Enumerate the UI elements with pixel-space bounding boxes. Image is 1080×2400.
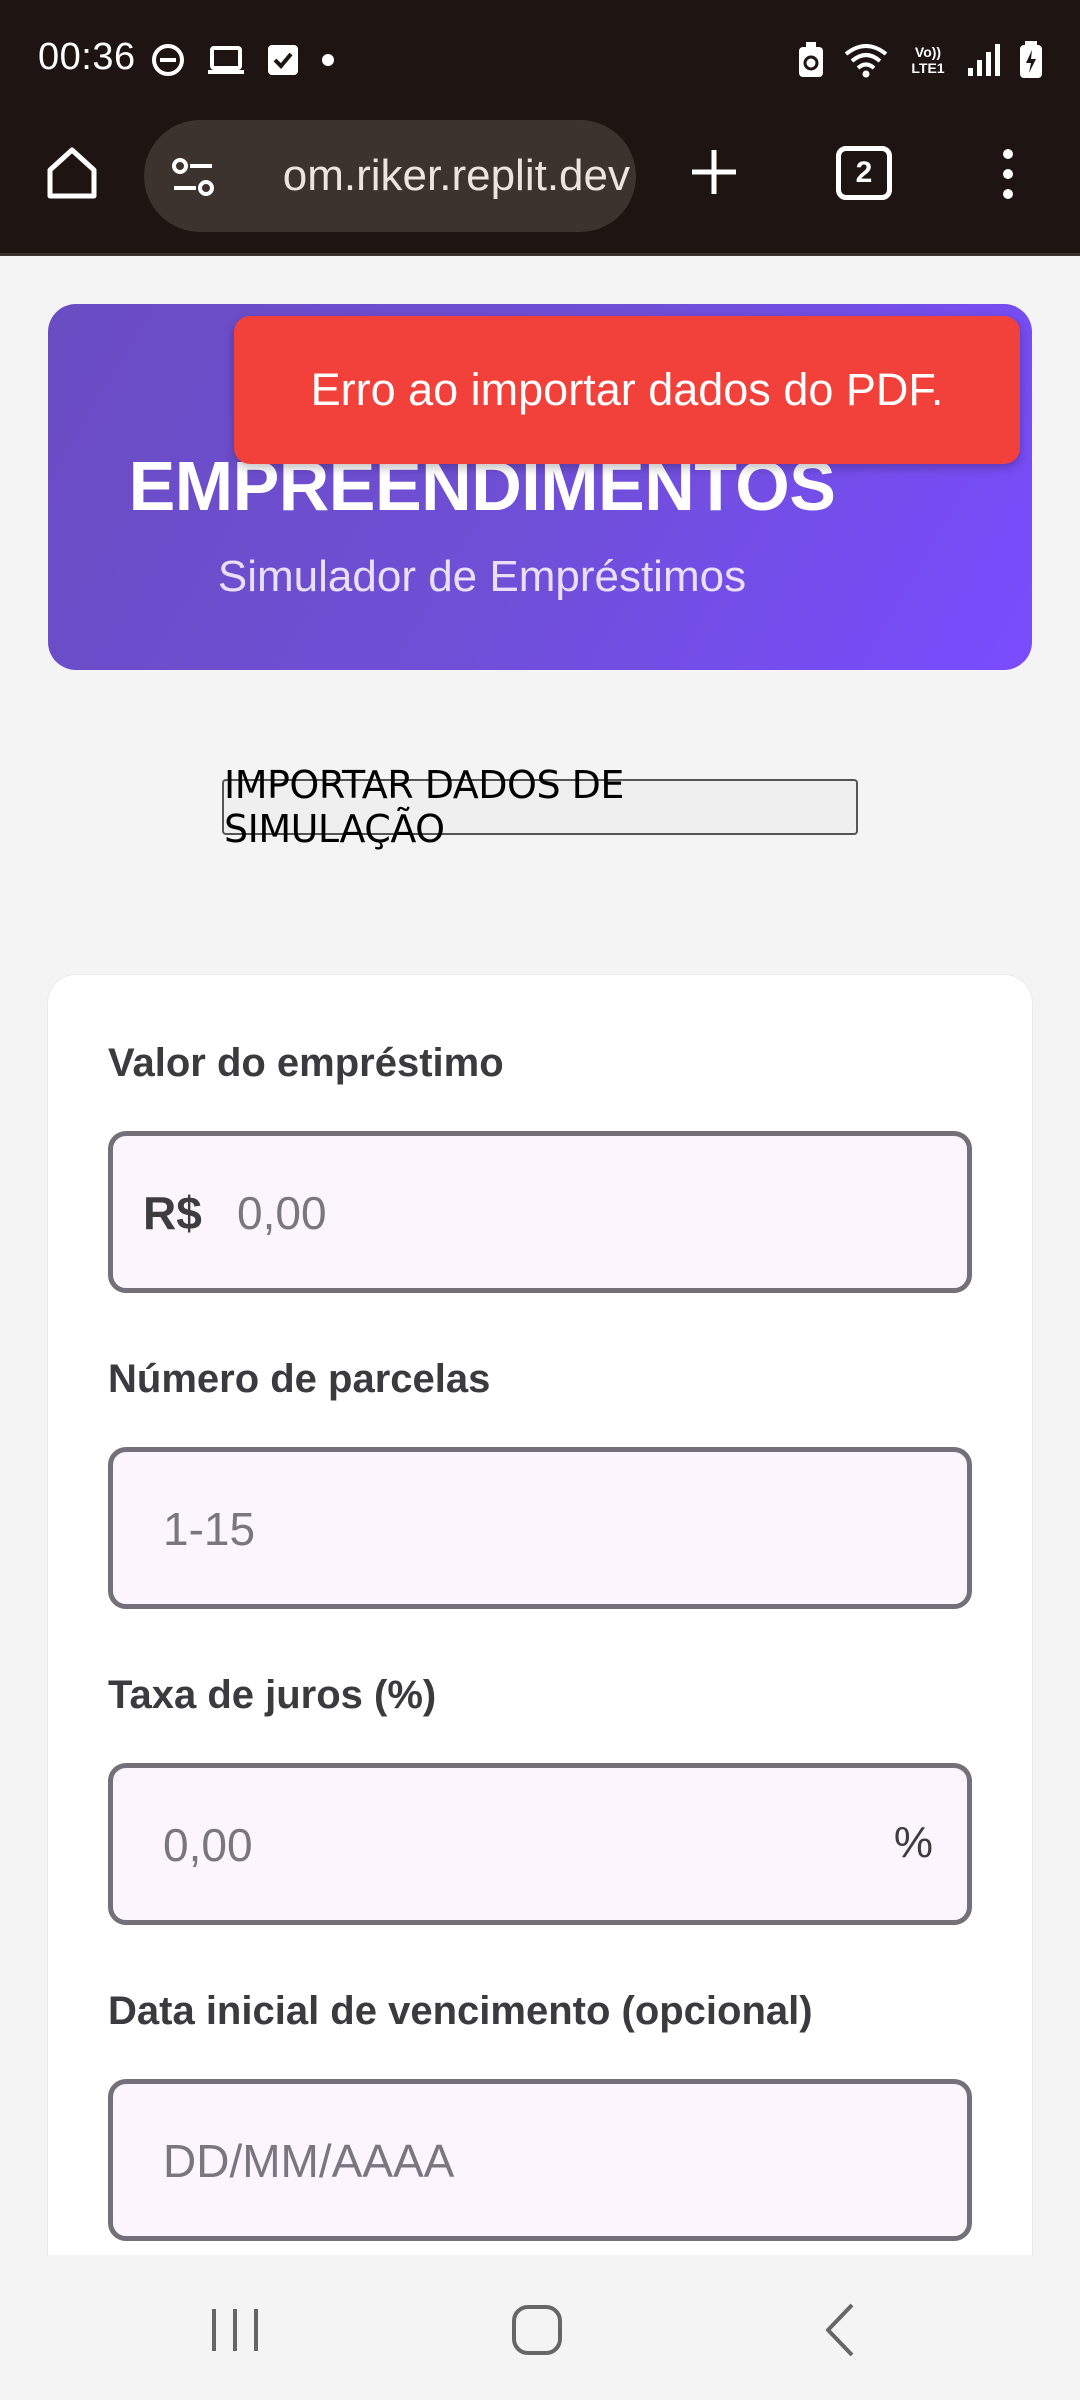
installments-placeholder: 1-15 — [163, 1503, 256, 1555]
url-text[interactable]: om.riker.replit.dev — [230, 146, 630, 206]
due-date-label: Data inicial de vencimento (opcional) — [108, 1989, 813, 2033]
installments-input[interactable]: 1-15 — [108, 1447, 972, 1609]
new-tab-button[interactable] — [682, 140, 746, 204]
interest-placeholder: 0,00 — [163, 1819, 253, 1871]
site-settings-icon[interactable] — [168, 152, 220, 204]
status-time: 00:36 — [38, 36, 136, 78]
dot-icon — [322, 54, 334, 66]
browser-toolbar: om.riker.replit.dev 2 — [0, 120, 1080, 256]
signal-icon — [968, 44, 1000, 76]
battery-saver-icon — [799, 42, 823, 77]
installments-label: Número de parcelas — [108, 1357, 491, 1401]
status-left-icons — [150, 42, 336, 78]
battery-icon — [1020, 41, 1042, 78]
status-bar: 00:36 Vo)) LTE1 — [0, 0, 1080, 120]
address-bar[interactable]: om.riker.replit.dev — [144, 120, 636, 232]
status-right-icons: Vo)) LTE1 — [796, 40, 1044, 80]
home-button[interactable] — [40, 140, 104, 204]
volte-indicator: Vo)) LTE1 — [911, 44, 945, 76]
system-nav-bar — [0, 2255, 1080, 2400]
page-content: EMPREENDIMENTOS Simulador de Empréstimos… — [0, 259, 1080, 2255]
due-date-placeholder: DD/MM/AAAA — [163, 2135, 455, 2187]
home-icon — [47, 147, 97, 199]
loan-value-placeholder: 0,00 — [237, 1187, 327, 1239]
interest-input[interactable]: 0,00 % — [108, 1763, 972, 1925]
checkbox-icon — [268, 45, 298, 75]
loan-value-label: Valor do empréstimo — [108, 1041, 504, 1085]
more-menu-button[interactable] — [988, 142, 1028, 206]
currency-prefix: R$ — [143, 1187, 202, 1239]
error-toast: Erro ao importar dados do PDF. — [234, 316, 1020, 464]
tab-switcher-button[interactable]: 2 — [836, 146, 892, 200]
home-nav-icon[interactable] — [502, 2295, 572, 2365]
hero-subtitle: Simulador de Empréstimos — [217, 552, 747, 601]
do-not-disturb-icon — [152, 44, 184, 76]
back-icon[interactable] — [806, 2295, 876, 2365]
import-simulation-button[interactable]: IMPORTAR DADOS DE SIMULAÇÃO — [222, 763, 858, 851]
loan-form-card: Valor do empréstimo R$ 0,00 Número de pa… — [48, 975, 1032, 2255]
more-vert-icon — [1003, 149, 1013, 199]
interest-label: Taxa de juros (%) — [108, 1673, 437, 1717]
plus-icon — [692, 150, 736, 194]
error-toast-message: Erro ao importar dados do PDF. — [310, 364, 944, 415]
loan-value-input[interactable]: R$ 0,00 — [108, 1131, 972, 1293]
laptop-icon — [208, 46, 244, 74]
wifi-icon — [844, 44, 888, 78]
recent-apps-icon[interactable] — [200, 2295, 270, 2365]
percent-suffix: % — [893, 1818, 933, 1867]
due-date-input[interactable]: DD/MM/AAAA — [108, 2079, 972, 2241]
